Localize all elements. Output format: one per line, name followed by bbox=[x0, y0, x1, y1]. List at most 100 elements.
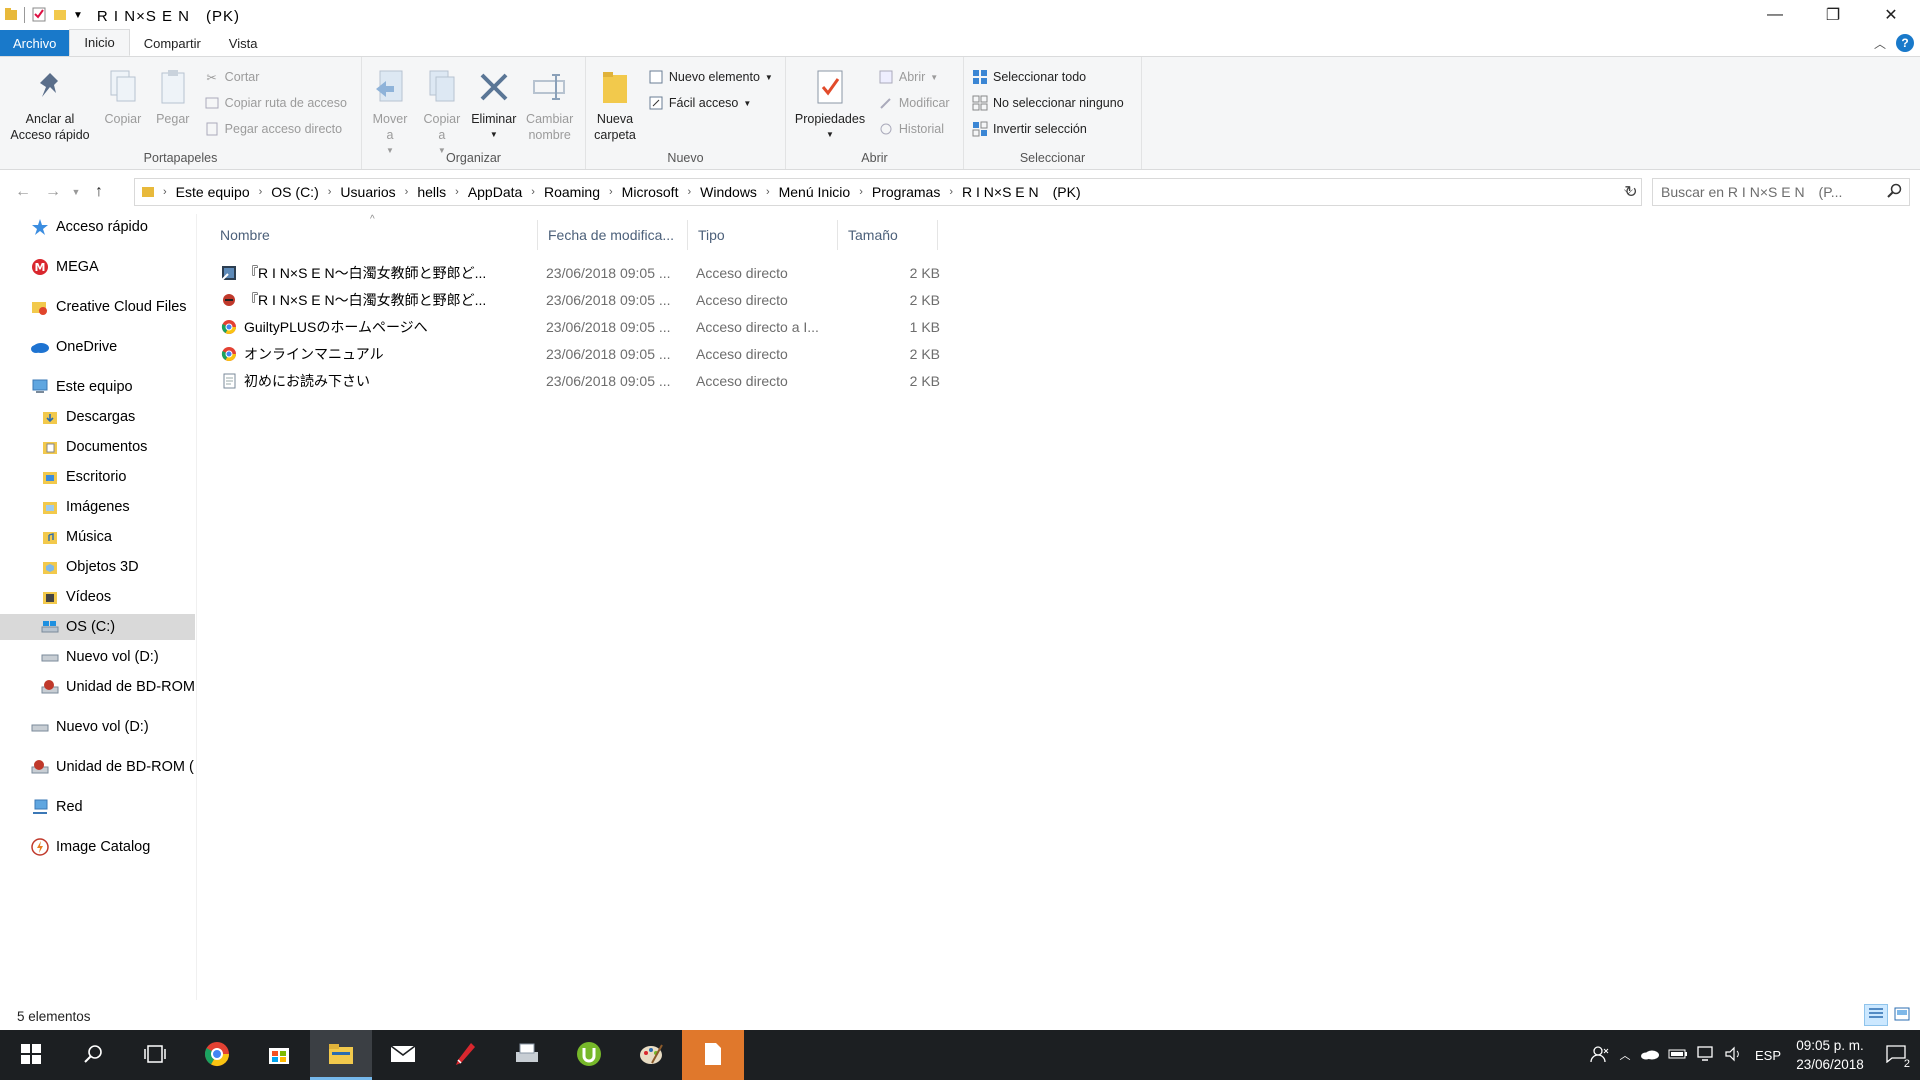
sidebar-item-bd-rom[interactable]: Unidad de BD-ROM bbox=[0, 674, 195, 700]
recent-locations-button[interactable]: ▼ bbox=[68, 177, 84, 207]
action-center-button[interactable]: 2 bbox=[1872, 1030, 1920, 1080]
taskbar-chrome[interactable] bbox=[186, 1030, 248, 1080]
back-button[interactable]: ← bbox=[8, 177, 38, 207]
onedrive-tray[interactable] bbox=[1636, 1030, 1664, 1080]
breadcrumb-programas[interactable]: Programas bbox=[863, 184, 949, 200]
collapse-ribbon-icon[interactable]: ︿ bbox=[1874, 35, 1886, 52]
copy-button[interactable]: Copiar bbox=[100, 61, 146, 127]
sidebar-item-este-equipo[interactable]: Este equipo bbox=[0, 374, 195, 400]
table-row[interactable]: 『R I N×S E N～白濁女教師と野郎ど... 23/06/2018 09:… bbox=[210, 260, 950, 286]
taskbar-document-app[interactable] bbox=[682, 1030, 744, 1080]
taskbar-paint-app[interactable] bbox=[620, 1030, 682, 1080]
breadcrumb-rinxsen[interactable]: R I N×S E N (PK) bbox=[953, 182, 1090, 202]
sidebar-item-acceso-rapido[interactable]: Acceso rápido bbox=[0, 214, 195, 240]
select-none-button[interactable]: No seleccionar ninguno bbox=[972, 93, 1124, 113]
new-folder-button[interactable]: Nueva carpeta bbox=[590, 61, 640, 143]
sidebar-item-nuevo-vol-d[interactable]: Nuevo vol (D:) bbox=[0, 644, 195, 670]
taskbar-mail[interactable] bbox=[372, 1030, 434, 1080]
sidebar-item-red[interactable]: Red bbox=[0, 794, 195, 820]
cut-button[interactable]: ✂ Cortar bbox=[204, 67, 347, 87]
sidebar-item-os-c[interactable]: OS (C:) bbox=[0, 614, 195, 640]
address-bar[interactable]: › Este equipo › OS (C:) › Usuarios › hells ›… bbox=[134, 178, 1642, 206]
hidden-icons-button[interactable]: ︿ bbox=[1614, 1030, 1636, 1080]
sidebar-item-escritorio[interactable]: Escritorio bbox=[0, 464, 195, 490]
table-row[interactable]: 初めにお読み下さい 23/06/2018 09:05 ... Acceso di… bbox=[210, 368, 950, 394]
table-row[interactable]: GuiltyPLUSのホームページへ 23/06/2018 09:05 ... … bbox=[210, 314, 950, 340]
easy-access-button[interactable]: Fácil acceso ▼ bbox=[648, 93, 773, 113]
minimize-button[interactable]: — bbox=[1746, 0, 1804, 30]
sidebar-item-documentos[interactable]: Documentos bbox=[0, 434, 195, 460]
taskbar-store[interactable] bbox=[248, 1030, 310, 1080]
pin-quick-access-button[interactable]: Anclar al Acceso rápido bbox=[4, 61, 96, 143]
properties-icon[interactable] bbox=[31, 6, 47, 25]
forward-button[interactable]: → bbox=[38, 177, 68, 207]
table-row[interactable]: オンラインマニュアル 23/06/2018 09:05 ... Acceso d… bbox=[210, 341, 950, 367]
clock[interactable]: 09:05 p. m. 23/06/2018 bbox=[1788, 1036, 1872, 1074]
breadcrumb-microsoft[interactable]: Microsoft bbox=[613, 184, 688, 200]
sidebar-item-image-catalog[interactable]: Image Catalog bbox=[0, 834, 195, 860]
breadcrumb-appdata[interactable]: AppData bbox=[459, 184, 531, 200]
sidebar-item-creative-cloud[interactable]: Creative Cloud Files bbox=[0, 294, 195, 320]
search-box[interactable]: Buscar en R I N×S E N (P... bbox=[1652, 178, 1910, 206]
details-view-button[interactable] bbox=[1864, 1004, 1888, 1026]
properties-button[interactable]: Propiedades ▼ bbox=[790, 61, 870, 143]
sidebar-item-descargas[interactable]: Descargas bbox=[0, 404, 195, 430]
breadcrumb-windows[interactable]: Windows bbox=[691, 184, 766, 200]
new-folder-icon[interactable] bbox=[53, 7, 67, 24]
breadcrumb-menu-inicio[interactable]: Menú Inicio bbox=[770, 184, 860, 200]
search-button[interactable] bbox=[62, 1030, 124, 1080]
breadcrumb-os-c[interactable]: OS (C:) bbox=[262, 184, 327, 200]
taskbar-pen-app[interactable] bbox=[434, 1030, 496, 1080]
tab-inicio[interactable]: Inicio bbox=[69, 29, 130, 56]
network-tray[interactable] bbox=[1692, 1030, 1720, 1080]
select-all-button[interactable]: Seleccionar todo bbox=[972, 67, 1124, 87]
new-item-button[interactable]: Nuevo elemento ▼ bbox=[648, 67, 773, 87]
sidebar-item-mega[interactable]: M MEGA bbox=[0, 254, 195, 280]
task-view-button[interactable] bbox=[124, 1030, 186, 1080]
taskbar-utorrent[interactable] bbox=[558, 1030, 620, 1080]
copy-to-button[interactable]: Copiar a ▼ bbox=[418, 61, 466, 159]
sidebar-item-videos[interactable]: Vídeos bbox=[0, 584, 195, 610]
start-button[interactable] bbox=[0, 1030, 62, 1080]
breadcrumb-hells[interactable]: hells bbox=[408, 184, 455, 200]
sidebar-item-bd-rom-root[interactable]: Unidad de BD-ROM ( bbox=[0, 754, 195, 780]
column-header-name[interactable]: Nombre ^ bbox=[210, 214, 538, 250]
tab-compartir[interactable]: Compartir bbox=[130, 30, 215, 56]
sidebar-item-imagenes[interactable]: Imágenes bbox=[0, 494, 195, 520]
sidebar-item-objetos-3d[interactable]: Objetos 3D bbox=[0, 554, 195, 580]
breadcrumb-roaming[interactable]: Roaming bbox=[535, 184, 609, 200]
delete-button[interactable]: Eliminar ▼ bbox=[470, 61, 518, 143]
input-language[interactable]: ESP bbox=[1748, 1048, 1788, 1063]
tab-archivo[interactable]: Archivo bbox=[0, 30, 70, 56]
tab-vista[interactable]: Vista bbox=[215, 30, 272, 56]
volume-tray[interactable] bbox=[1720, 1030, 1748, 1080]
maximize-button[interactable]: ❐ bbox=[1804, 0, 1862, 30]
history-button[interactable]: Historial bbox=[878, 119, 950, 139]
taskbar-scanner-app[interactable] bbox=[496, 1030, 558, 1080]
up-button[interactable]: ↑ bbox=[84, 177, 114, 207]
help-icon[interactable]: ? bbox=[1896, 34, 1914, 52]
column-header-size[interactable]: Tamaño bbox=[838, 220, 938, 250]
open-button[interactable]: Abrir ▼ bbox=[878, 67, 950, 87]
column-header-date[interactable]: Fecha de modifica... bbox=[538, 220, 688, 250]
chevron-down-icon[interactable]: ▼ bbox=[73, 10, 83, 21]
edit-button[interactable]: Modificar bbox=[878, 93, 950, 113]
sidebar-item-onedrive[interactable]: OneDrive bbox=[0, 334, 195, 360]
paste-shortcut-button[interactable]: Pegar acceso directo bbox=[204, 119, 347, 139]
close-button[interactable]: ✕ bbox=[1862, 0, 1920, 30]
breadcrumb-este-equipo[interactable]: Este equipo bbox=[167, 184, 259, 200]
column-header-type[interactable]: Tipo bbox=[688, 220, 838, 250]
large-icons-view-button[interactable] bbox=[1890, 1004, 1914, 1026]
rename-button[interactable]: Cambiar nombre bbox=[522, 61, 578, 143]
copy-path-button[interactable]: Copiar ruta de acceso bbox=[204, 93, 347, 113]
sidebar-item-nuevo-vol-d-root[interactable]: Nuevo vol (D:) bbox=[0, 714, 195, 740]
battery-tray[interactable] bbox=[1664, 1030, 1692, 1080]
move-to-button[interactable]: Mover a ▼ bbox=[366, 61, 414, 159]
paste-button[interactable]: Pegar bbox=[150, 61, 196, 127]
table-row[interactable]: 『R I N×S E N～白濁女教師と野郎ど... 23/06/2018 09:… bbox=[210, 287, 950, 313]
breadcrumb-usuarios[interactable]: Usuarios bbox=[331, 184, 404, 200]
people-button[interactable] bbox=[1586, 1030, 1614, 1080]
invert-selection-button[interactable]: Invertir selección bbox=[972, 119, 1124, 139]
taskbar-file-explorer[interactable] bbox=[310, 1030, 372, 1080]
sidebar-item-musica[interactable]: Música bbox=[0, 524, 195, 550]
